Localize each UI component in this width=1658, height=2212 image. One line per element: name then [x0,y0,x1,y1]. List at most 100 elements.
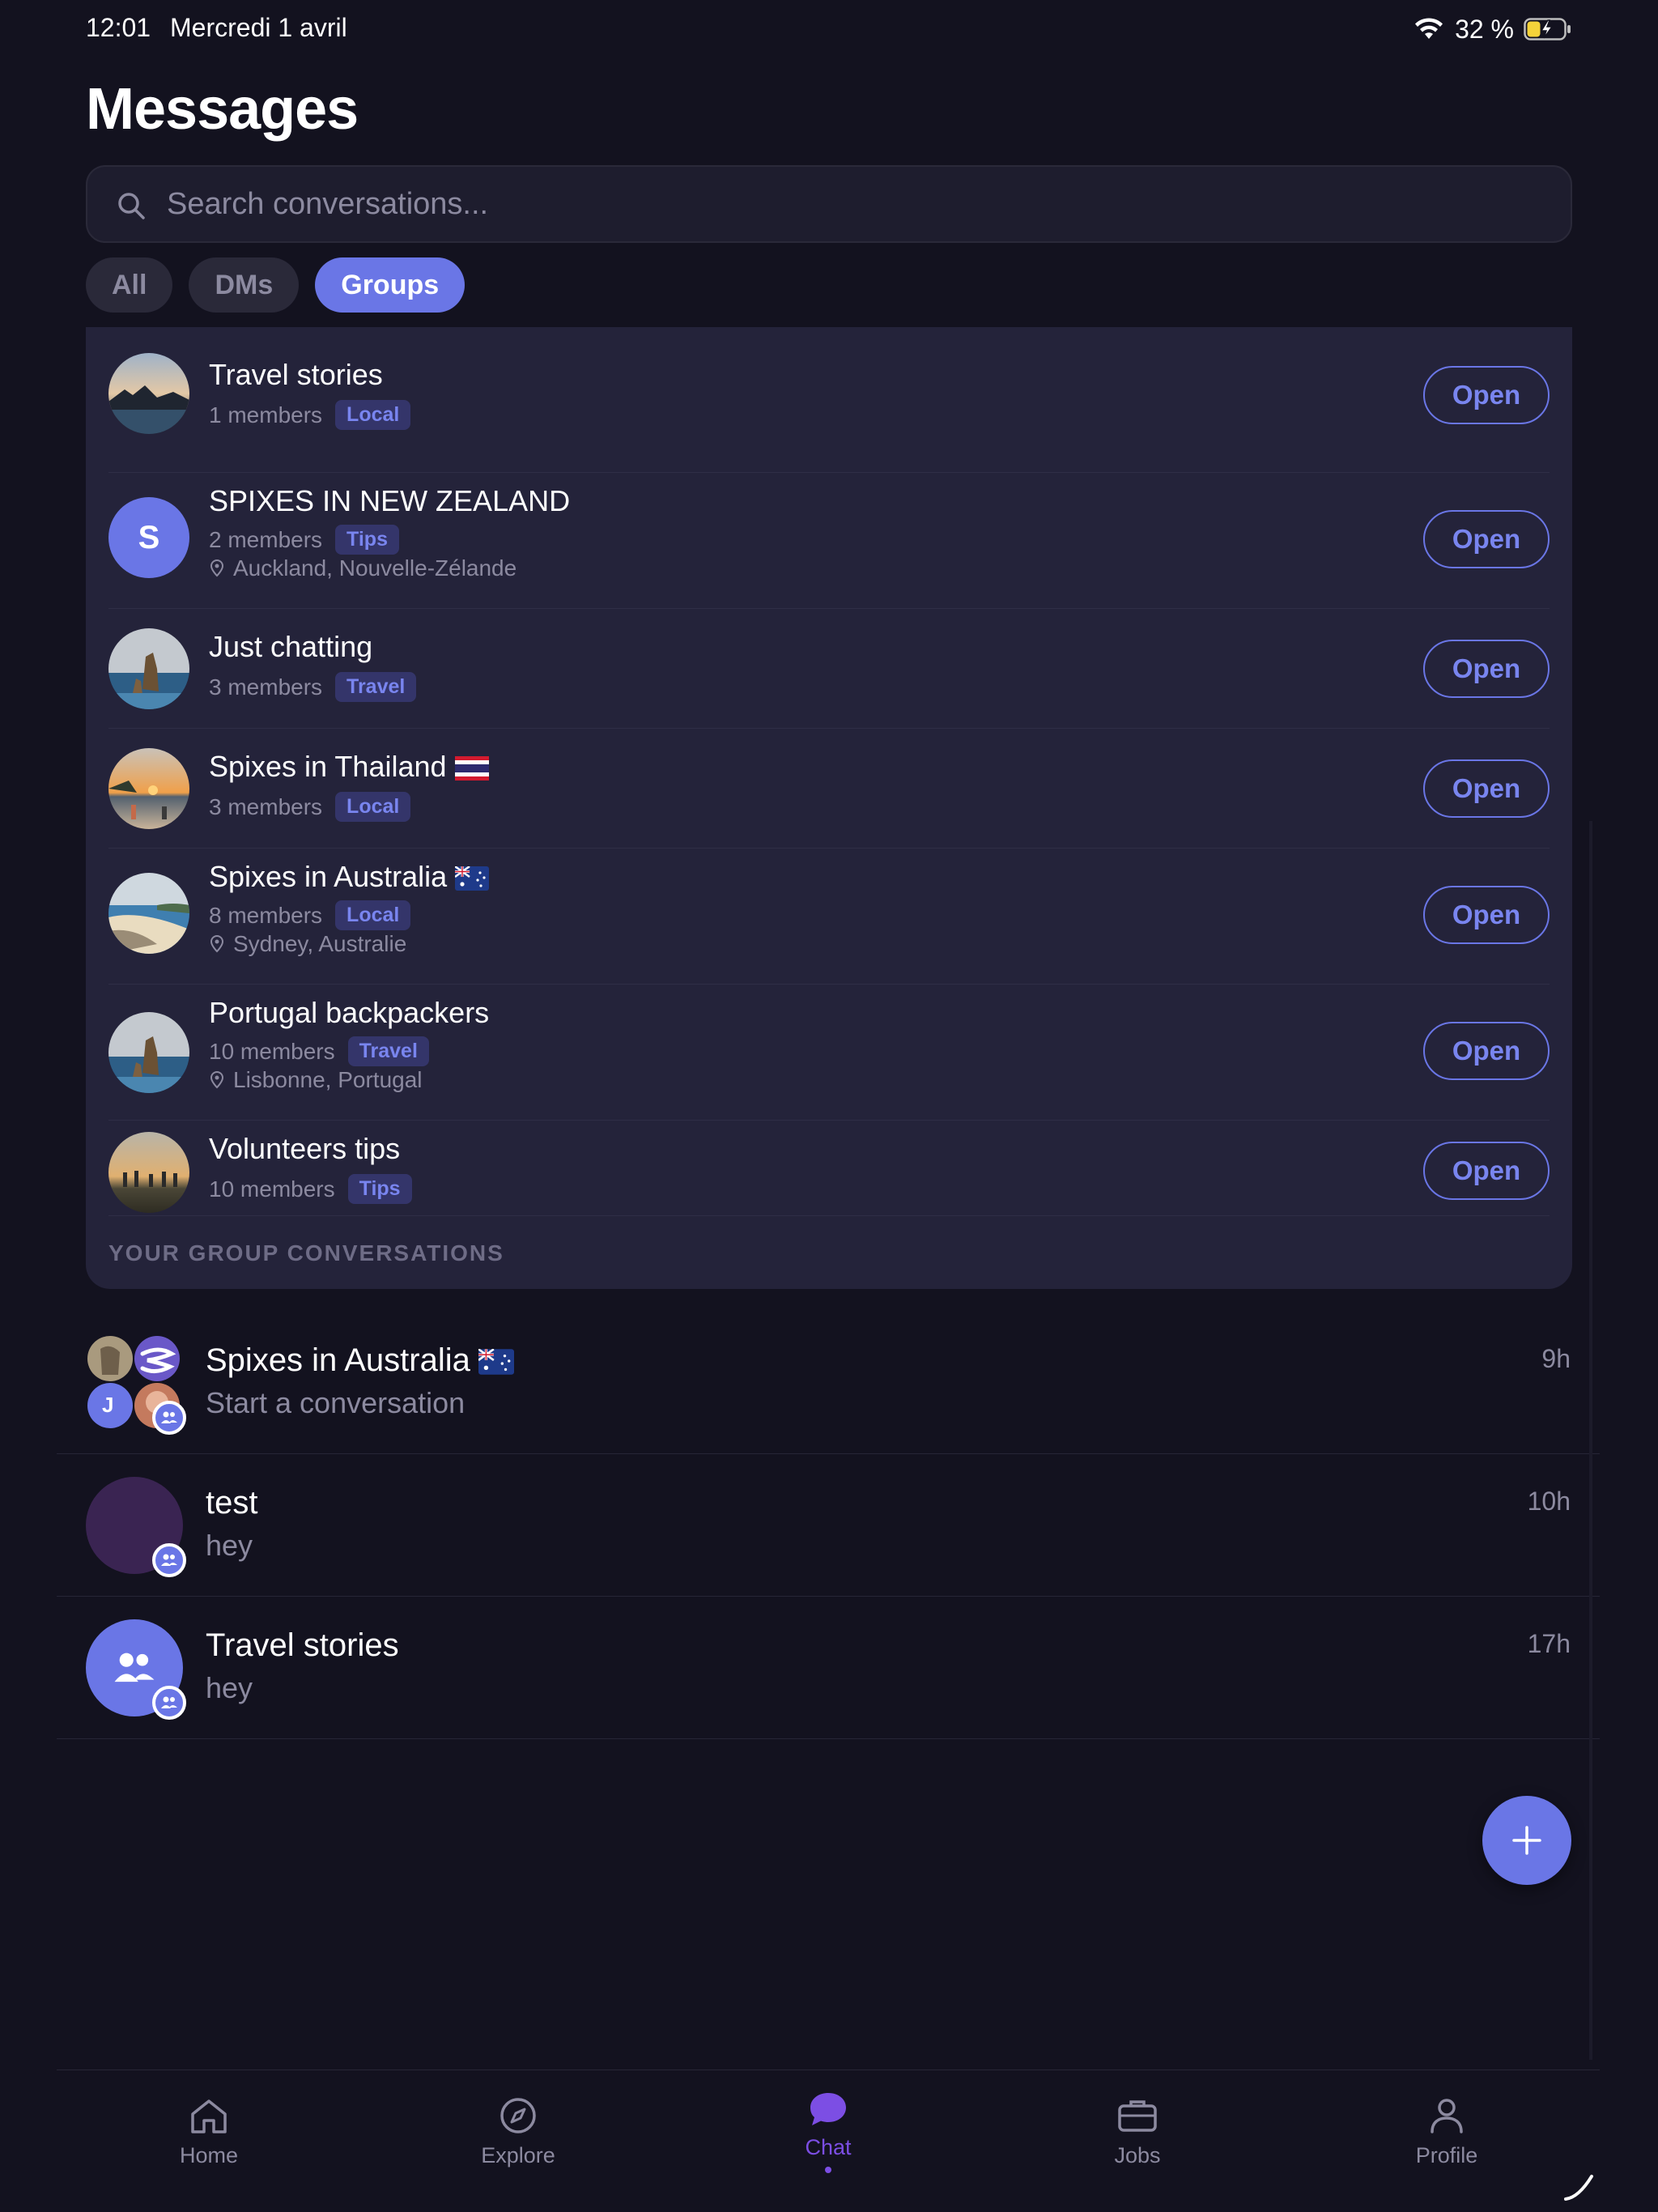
conversation-name: Travel stories [206,1627,399,1663]
status-bar: 12:01 Mercredi 1 avril 32 % [0,0,1658,58]
group-icon [114,1653,155,1682]
open-group-button[interactable]: Open [1423,510,1550,568]
avatar [86,1477,186,1577]
conversation-time: 9h [1541,1344,1571,1373]
group-name: SPIXES IN NEW ZEALAND [209,484,571,517]
group-tag: Travel [347,1036,429,1066]
open-group-button[interactable]: Open [1423,886,1550,944]
group-name: Volunteers tips [209,1132,401,1165]
filter-chips: All DMs Groups [86,257,466,313]
filter-all-chip[interactable]: All [86,257,173,313]
filter-groups-chip[interactable]: Groups [315,257,466,313]
group-avatar [108,353,189,434]
group-badge [152,1401,186,1435]
conversation-row[interactable]: test hey 10h [57,1454,1600,1597]
page-title: Messages [86,77,359,142]
conversation-name: Spixes in Australia [206,1342,514,1379]
member-count: 3 members [209,793,323,819]
group-tag: Tips [335,525,399,555]
conversation-preview: hey [206,1671,253,1704]
location-pin-icon [210,559,224,577]
group-name: Just chatting [209,630,373,663]
search-bar[interactable] [86,165,1572,243]
battery-charging-icon [1524,18,1571,40]
member-count: 1 members [209,402,323,428]
group-row[interactable]: Spixes in Thailand 3 members Local Open [108,729,1550,849]
tab-profile[interactable]: Profile [1325,2070,1568,2212]
photo-group-sunset-icon [108,1132,189,1213]
filter-dms-chip[interactable]: DMs [189,257,300,313]
group-location: Lisbonne, Portugal [233,1067,423,1092]
chat-bubble-icon [810,2093,846,2125]
group-tag: Local [335,792,411,822]
group-avatar [108,628,189,709]
group-row[interactable]: Just chatting 3 members Travel Open [108,609,1550,729]
search-input[interactable] [167,167,1543,241]
mosaic-letter: J [102,1393,114,1417]
group-name: Spixes in Thailand [209,750,489,784]
group-tag: Local [335,400,411,430]
groups-discover-panel: Travel stories 1 members Local Open S SP… [86,327,1572,1289]
group-row[interactable]: Portugal backpackers 10 members Travel L… [108,985,1550,1121]
open-group-button[interactable]: Open [1423,640,1550,698]
conversation-row[interactable]: Travel stories hey 17h [57,1597,1600,1739]
photo-beach-sunset-icon [108,748,189,829]
corner-resize-icon [1564,2175,1593,2201]
group-row[interactable]: S SPIXES IN NEW ZEALAND 2 members Tips A… [108,473,1550,609]
group-badge [152,1686,186,1720]
group-row[interactable]: Spixes in Australia 8 members Local Sydn… [108,849,1550,985]
thailand-flag-icon [454,756,489,781]
status-time: 12:01 [86,13,151,42]
briefcase-icon [1118,2100,1157,2132]
section-label: YOUR GROUP CONVERSATIONS [108,1240,504,1266]
conversation-row[interactable]: J Spixes in Australia Start a conversati… [57,1312,1600,1454]
group-letter-avatar: S [108,497,189,578]
open-group-button[interactable]: Open [1423,1142,1550,1200]
wifi-icon [1415,18,1443,39]
battery-percent: 32 % [1455,14,1514,44]
group-row[interactable]: Travel stories 1 members Local Open [108,350,1550,473]
australia-flag-icon [455,866,490,891]
active-tab-indicator [825,2167,831,2173]
bottom-tab-bar: Home Explore Chat Jobs Profile [57,2069,1600,2212]
photo-sea-rocks-icon [108,628,189,709]
new-conversation-button[interactable] [1482,1796,1571,1885]
photo-sea-rocks-icon [108,1012,189,1093]
open-group-button[interactable]: Open [1423,1022,1550,1080]
conversation-preview: Start a conversation [206,1386,466,1419]
tab-explore[interactable]: Explore [397,2070,640,2212]
location-pin-icon [210,1070,224,1089]
group-name: Travel stories [209,358,383,391]
group-avatar [108,1012,189,1093]
mosaic-avatar: J [86,1334,186,1435]
open-group-button[interactable]: Open [1423,759,1550,818]
member-count: 10 members [209,1038,335,1064]
tab-jobs[interactable]: Jobs [1016,2070,1259,2212]
group-icon [161,1411,177,1423]
open-group-button[interactable]: Open [1423,366,1550,424]
conversation-time: 10h [1527,1487,1571,1516]
search-icon [118,193,145,219]
scrollbar[interactable] [1589,821,1592,2060]
compass-icon [500,2098,536,2133]
member-count: 2 members [209,526,323,552]
group-icon [161,1696,177,1708]
tab-home[interactable]: Home [87,2070,330,2212]
status-date: Mercredi 1 avril [170,13,347,42]
group-avatar [108,873,189,954]
member-count: 8 members [209,902,323,928]
plus-icon [1512,1826,1541,1855]
group-row[interactable]: Volunteers tips 10 members Tips Open [108,1121,1550,1216]
member-count: 10 members [209,1176,335,1202]
person-icon [1431,2099,1463,2133]
group-location: Sydney, Australie [233,931,407,956]
group-tag: Travel [335,672,417,702]
location-pin-icon [210,934,224,953]
group-tag: Local [335,900,411,930]
tab-chat[interactable]: Chat [707,2070,950,2212]
group-name: Spixes in Australia [209,860,490,894]
group-name: Portugal backpackers [209,996,490,1029]
home-icon [191,2099,227,2133]
group-avatar [108,1132,189,1213]
group-location: Auckland, Nouvelle-Zélande [233,555,517,581]
